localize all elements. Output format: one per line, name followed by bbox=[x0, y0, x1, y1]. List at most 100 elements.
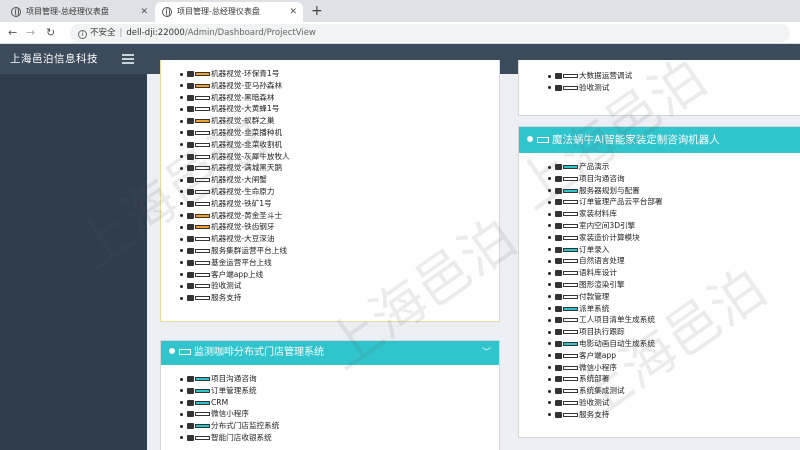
task-item[interactable]: 机器视觉-铁矿1号 bbox=[180, 198, 499, 210]
task-item[interactable]: 系统集成测试 bbox=[548, 385, 800, 397]
task-item[interactable]: 验收测试 bbox=[548, 82, 800, 94]
task-item[interactable]: 图形渲染引擎 bbox=[548, 279, 800, 291]
info-icon[interactable]: i bbox=[78, 30, 87, 39]
task-label: 项目沟通咨询 bbox=[211, 374, 257, 383]
arrow-up-icon bbox=[187, 295, 194, 302]
browser-tab-1[interactable]: 项目管理-总经理仪表盘 ✕ bbox=[4, 2, 154, 22]
task-item[interactable]: 机器视觉-生命原力 bbox=[180, 186, 499, 198]
task-item[interactable]: 订单录入 bbox=[548, 244, 800, 256]
task-item[interactable]: 机器视觉-亚马孙森林 bbox=[180, 80, 499, 92]
task-item[interactable]: 室内空间3D引擎 bbox=[548, 220, 800, 232]
task-item[interactable]: 工人项目清单生成系统 bbox=[548, 314, 800, 326]
project-panel-previous: 大数据运营调试 验收测试 bbox=[518, 60, 800, 116]
brand-logo[interactable]: 上海邑泊信息科技 bbox=[10, 44, 98, 74]
progress-bar bbox=[563, 282, 578, 287]
task-label: 分布式门店监控系统 bbox=[211, 421, 280, 431]
task-item[interactable]: 机器视觉-大闸蟹 bbox=[180, 174, 499, 186]
task-item[interactable]: 机器视觉-黑暗森林 bbox=[180, 92, 499, 104]
task-item[interactable]: 机器视觉-韭菜播种机 bbox=[180, 127, 499, 139]
heart-icon bbox=[169, 348, 175, 354]
task-item[interactable]: CRM bbox=[180, 397, 499, 409]
task-item[interactable]: 智能门店收银系统 bbox=[180, 432, 499, 444]
task-label: 微信小程序 bbox=[211, 409, 249, 419]
task-item[interactable]: 机器视觉-满城黑天鹅 bbox=[180, 162, 499, 174]
task-item[interactable]: 服务支持 bbox=[180, 292, 499, 304]
close-icon[interactable]: ✕ bbox=[289, 2, 297, 22]
task-item[interactable]: 订单管理系统 bbox=[180, 385, 499, 397]
back-arrow-icon[interactable]: ← bbox=[8, 24, 17, 42]
task-item[interactable]: 机器视觉-蚁群之巢 bbox=[180, 115, 499, 127]
close-icon[interactable]: ✕ bbox=[140, 2, 148, 22]
panel-header[interactable]: 监测咖啡分布式门店管理系统 ﹀ bbox=[161, 341, 499, 365]
sign-in-icon bbox=[555, 84, 562, 91]
task-item[interactable]: 机器视觉-环保青1号 bbox=[180, 68, 499, 80]
task-label: 订单录入 bbox=[579, 244, 610, 254]
task-item[interactable]: 产品演示 bbox=[548, 161, 800, 173]
menu-toggle-icon[interactable] bbox=[122, 54, 134, 64]
chevron-down-icon[interactable]: ﹀ bbox=[482, 341, 491, 365]
url-host: dell-dji:22000 bbox=[126, 28, 185, 38]
task-label: 系统部署 bbox=[579, 374, 610, 384]
progress-bar bbox=[195, 189, 210, 194]
task-item[interactable]: 服务器规划与配置 bbox=[548, 185, 800, 197]
task-item[interactable]: 客户端app bbox=[548, 350, 800, 362]
task-item[interactable]: 系统部署 bbox=[548, 373, 800, 385]
task-item[interactable]: 机器视觉-铁齿钢牙 bbox=[180, 221, 499, 233]
task-item[interactable]: 自然语言处理 bbox=[548, 255, 800, 267]
task-item[interactable]: 语料库设计 bbox=[548, 267, 800, 279]
progress-bar bbox=[195, 119, 210, 124]
task-item[interactable]: 订单管理产品云平台部署 bbox=[548, 196, 800, 208]
new-tab-button[interactable]: + bbox=[311, 2, 323, 20]
progress-bar bbox=[195, 388, 210, 393]
panel-header[interactable]: 魔法蜗牛AI智能家装定制咨询机器人 bbox=[519, 127, 800, 153]
task-item[interactable]: 微信小程序 bbox=[180, 408, 499, 420]
task-label: 机器视觉-生命原力 bbox=[211, 186, 275, 196]
project-task-list: 大数据运营调试 验收测试 bbox=[519, 60, 800, 94]
cube-icon bbox=[555, 411, 562, 418]
task-item[interactable]: 付款管理 bbox=[548, 291, 800, 303]
progress-bar bbox=[563, 200, 578, 205]
task-item[interactable]: 派单系统 bbox=[548, 303, 800, 315]
progress-bar bbox=[563, 400, 578, 405]
progress-bar bbox=[563, 353, 578, 358]
task-item[interactable]: 电影动画自动生成系统 bbox=[548, 338, 800, 350]
task-item[interactable]: 大数据运营调试 bbox=[548, 70, 800, 82]
task-item[interactable]: 微信小程序 bbox=[548, 362, 800, 374]
reload-icon[interactable]: ↻ bbox=[46, 24, 55, 42]
url-field[interactable]: i 不安全 | dell-dji:22000/Admin/Dashboard/Proj… bbox=[70, 24, 790, 42]
task-item[interactable]: 家装材料库 bbox=[548, 208, 800, 220]
grid-icon bbox=[555, 164, 562, 170]
task-item[interactable]: 机器视觉-黄金圣斗士 bbox=[180, 210, 499, 222]
task-item[interactable]: 服务支持 bbox=[548, 409, 800, 421]
forward-arrow-icon[interactable]: → bbox=[26, 24, 35, 42]
task-label: 机器视觉-亚马孙森林 bbox=[211, 80, 283, 90]
task-item[interactable]: 家装造价计算模块 bbox=[548, 232, 800, 244]
robot-icon bbox=[187, 71, 194, 77]
task-item[interactable]: 机器视觉-灰犀牛放牧人 bbox=[180, 151, 499, 163]
robot-icon bbox=[187, 94, 194, 101]
task-item[interactable]: 分布式门店监控系统 bbox=[180, 420, 499, 432]
progress-bar bbox=[563, 318, 578, 323]
task-item[interactable]: 机器视觉-大黄蜂1号 bbox=[180, 103, 499, 115]
task-item[interactable]: 项目执行跟踪 bbox=[548, 326, 800, 338]
insecure-label: 不安全 bbox=[90, 28, 116, 38]
task-label: 图形渲染引擎 bbox=[579, 279, 625, 289]
task-label: 智能门店收银系统 bbox=[211, 432, 272, 442]
task-item[interactable]: 服务集群运营平台上线 bbox=[180, 245, 499, 257]
robot-icon bbox=[187, 177, 194, 184]
robot-icon bbox=[187, 236, 194, 243]
task-item[interactable]: 客户端app上线 bbox=[180, 269, 499, 281]
progress-bar bbox=[195, 284, 210, 289]
robot-icon bbox=[187, 82, 194, 89]
task-item[interactable]: 机器视觉-大豆深油 bbox=[180, 233, 499, 245]
task-item[interactable]: 验收测试 bbox=[548, 397, 800, 409]
robot-icon bbox=[187, 153, 194, 160]
task-item[interactable]: 基金运营平台上线 bbox=[180, 257, 499, 269]
task-item[interactable]: 机器视觉-韭菜收割机 bbox=[180, 139, 499, 151]
task-item[interactable]: 验收测试 bbox=[180, 280, 499, 292]
task-item[interactable]: 项目沟通咨询 bbox=[180, 373, 499, 385]
progress-bar bbox=[563, 412, 578, 417]
cube-icon bbox=[555, 305, 562, 312]
task-item[interactable]: 项目沟通咨询 bbox=[548, 173, 800, 185]
browser-tab-2[interactable]: 项目管理-总经理仪表盘 ✕ bbox=[155, 2, 303, 22]
